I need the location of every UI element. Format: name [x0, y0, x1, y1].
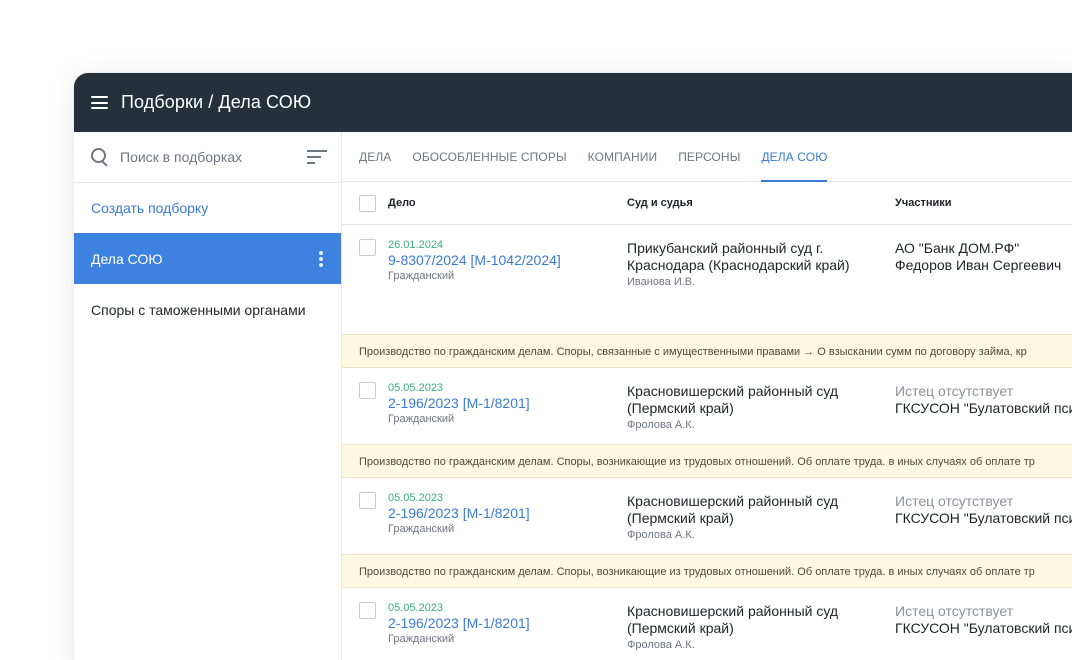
- participant: ГКСУСОН "Булатовский пси: [895, 620, 1072, 636]
- tab-separate-disputes[interactable]: ОБОСОБЛЕННЫЕ СПОРЫ: [412, 132, 566, 181]
- page-title: Подборки / Дела СОЮ: [121, 92, 312, 112]
- table-row[interactable]: 05.05.2023 2-196/2023 [М-1/8201] Граждан…: [342, 478, 1072, 554]
- case-category-note: Производство по гражданским делам. Споры…: [342, 334, 1072, 368]
- select-all-checkbox[interactable]: [359, 194, 376, 212]
- column-header-case[interactable]: Дело: [388, 197, 627, 209]
- judge-name: Фролова А.К.: [627, 419, 695, 431]
- court-name: (Пермский край): [627, 510, 734, 526]
- participant: ГКСУСОН "Булатовский пси: [895, 510, 1072, 526]
- sidebar-item-customs-disputes[interactable]: Споры с таможенными органами: [74, 284, 341, 335]
- column-header-participants[interactable]: Участники: [895, 197, 1072, 209]
- participant: АО "Банк ДОМ.РФ": [895, 240, 1020, 256]
- app-window: Подборки / Дела СОЮ Создать подборку Дел…: [74, 73, 1072, 660]
- case-date: 05.05.2023: [388, 602, 444, 614]
- row-checkbox[interactable]: [359, 382, 376, 399]
- row-checkbox[interactable]: [359, 602, 376, 619]
- judge-name: Фролова А.К.: [627, 639, 695, 651]
- court-name: Прикубанский районный суд г.: [627, 240, 824, 256]
- sort-filter-icon[interactable]: [307, 150, 327, 164]
- case-number-link[interactable]: 9-8307/2024 [М-1042/2024]: [388, 252, 627, 269]
- participant-missing: Истец отсутствует: [895, 383, 1014, 399]
- tab-dela-soyu[interactable]: ДЕЛА СОЮ: [761, 132, 828, 182]
- sidebar-search: [74, 132, 341, 183]
- search-input[interactable]: [120, 149, 307, 165]
- participant: Федоров Иван Сергеевич: [895, 257, 1062, 273]
- participant: ГКСУСОН "Булатовский пси: [895, 400, 1072, 416]
- court-name: Красновишерский районный суд: [627, 493, 839, 509]
- court-name: (Пермский край): [627, 620, 734, 636]
- judge-name: Иванова И.В.: [627, 276, 696, 288]
- main-content: ДЕЛА ОБОСОБЛЕННЫЕ СПОРЫ КОМПАНИИ ПЕРСОНЫ…: [342, 132, 1072, 660]
- case-category-note: Производство по гражданским делам. Споры…: [342, 444, 1072, 478]
- court-name: Краснодара (Краснодарский край): [627, 257, 850, 273]
- case-number-link[interactable]: 2-196/2023 [М-1/8201]: [388, 395, 627, 412]
- participant-missing: Истец отсутствует: [895, 603, 1014, 619]
- create-collection-link[interactable]: Создать подборку: [74, 183, 341, 233]
- tab-bar: ДЕЛА ОБОСОБЛЕННЫЕ СПОРЫ КОМПАНИИ ПЕРСОНЫ…: [342, 132, 1072, 182]
- tab-companies[interactable]: КОМПАНИИ: [588, 132, 658, 181]
- search-icon: [90, 147, 110, 167]
- case-date: 26.01.2024: [388, 239, 444, 251]
- app-header: Подборки / Дела СОЮ: [74, 73, 1072, 132]
- sidebar-item-label: Дела СОЮ: [91, 250, 163, 267]
- court-name: (Пермский край): [627, 400, 734, 416]
- case-number-link[interactable]: 2-196/2023 [М-1/8201]: [388, 615, 627, 632]
- more-vertical-icon[interactable]: [319, 250, 323, 267]
- case-category-note: Производство по гражданским делам. Споры…: [342, 554, 1072, 588]
- case-date: 05.05.2023: [388, 382, 444, 394]
- case-date: 05.05.2023: [388, 492, 444, 504]
- sidebar-item-label: Споры с таможенными органами: [91, 301, 306, 318]
- table-header: Дело Суд и судья Участники: [342, 182, 1072, 225]
- case-type: Гражданский: [388, 413, 455, 425]
- sidebar: Создать подборку Дела СОЮ Споры с таможе…: [74, 132, 342, 660]
- tab-cases[interactable]: ДЕЛА: [359, 132, 391, 181]
- table-row[interactable]: 05.05.2023 2-196/2023 [М-1/8201] Граждан…: [342, 588, 1072, 660]
- hamburger-menu-icon[interactable]: [91, 96, 108, 109]
- case-number-link[interactable]: 2-196/2023 [М-1/8201]: [388, 505, 627, 522]
- court-name: Красновишерский районный суд: [627, 603, 839, 619]
- case-type: Гражданский: [388, 270, 455, 282]
- row-checkbox[interactable]: [359, 492, 376, 509]
- case-type: Гражданский: [388, 633, 455, 645]
- case-type: Гражданский: [388, 523, 455, 535]
- column-header-court[interactable]: Суд и судья: [627, 197, 895, 209]
- judge-name: Фролова А.К.: [627, 529, 695, 541]
- table-row[interactable]: 05.05.2023 2-196/2023 [М-1/8201] Граждан…: [342, 368, 1072, 444]
- tab-persons[interactable]: ПЕРСОНЫ: [678, 132, 740, 181]
- row-checkbox[interactable]: [359, 239, 376, 256]
- table-row[interactable]: 26.01.2024 9-8307/2024 [М-1042/2024] Гра…: [342, 225, 1072, 334]
- sidebar-item-dela-soyu[interactable]: Дела СОЮ: [74, 233, 341, 284]
- court-name: Красновишерский районный суд: [627, 383, 839, 399]
- participant-missing: Истец отсутствует: [895, 493, 1014, 509]
